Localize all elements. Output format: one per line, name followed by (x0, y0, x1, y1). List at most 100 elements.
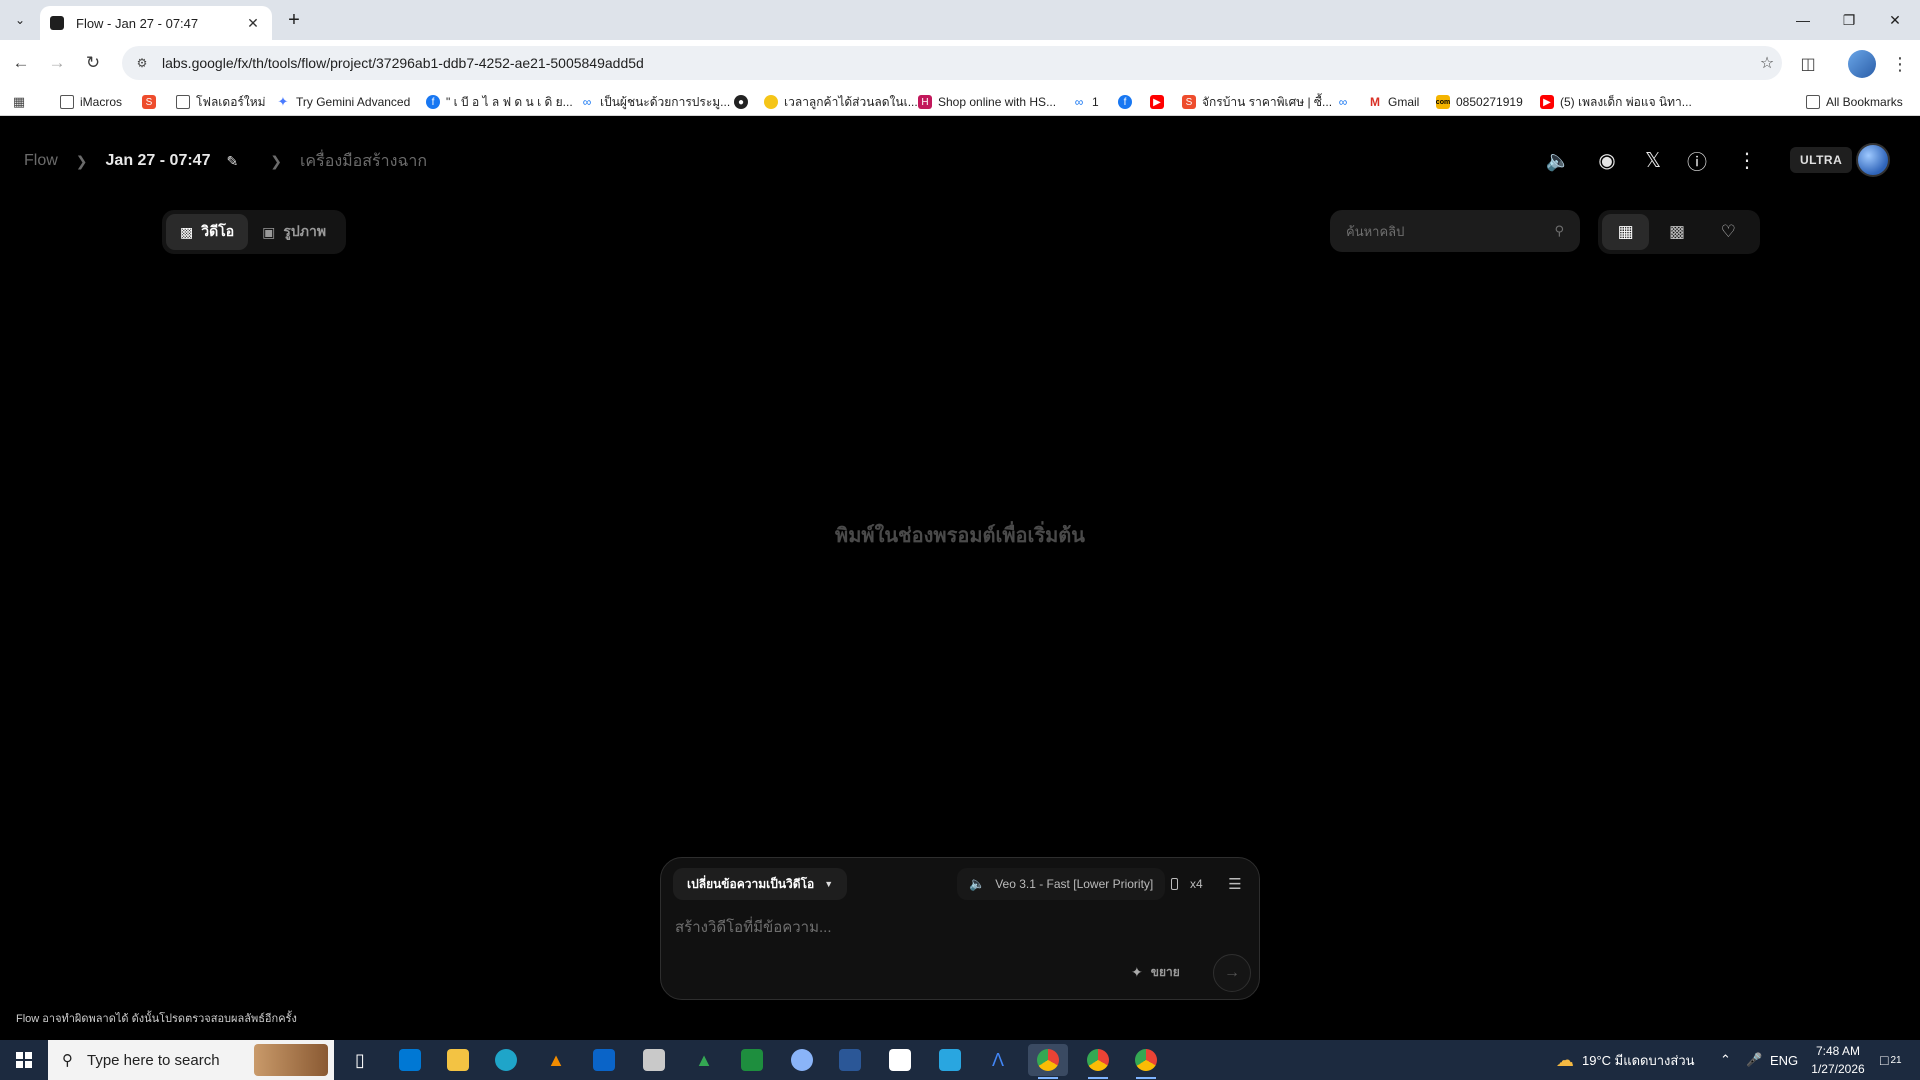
settings-sliders-icon[interactable]: ☰ (1221, 868, 1249, 900)
bookmark-item[interactable]: ▶ (1150, 92, 1170, 112)
breadcrumb-root[interactable]: Flow (24, 152, 58, 170)
site-settings-icon[interactable]: ⚙ (134, 55, 150, 71)
favorites-heart-icon[interactable]: ♡ (1705, 214, 1752, 250)
tab-title: Flow - Jan 27 - 07:47 (76, 15, 199, 31)
app-icon[interactable]: Λ (978, 1044, 1018, 1076)
bookmark-item[interactable]: ● (734, 92, 754, 112)
app-icon[interactable] (930, 1044, 970, 1076)
url-text[interactable]: labs.google/fx/th/tools/flow/project/372… (162, 55, 1752, 71)
app-icon[interactable] (830, 1044, 870, 1076)
chevron-right-icon: ❯ (75, 152, 88, 169)
avatar[interactable] (1856, 143, 1890, 177)
weather-cloud-icon: ☁ (1556, 1049, 1574, 1070)
paint-icon[interactable] (782, 1044, 822, 1076)
search-input[interactable] (1346, 223, 1555, 239)
outlook-icon[interactable] (584, 1044, 624, 1076)
vlc-icon[interactable]: ▲ (536, 1044, 576, 1076)
bookmark-item[interactable]: S จักรบ้าน ราคาพิเศษ | ซื้... (1182, 92, 1332, 112)
chrome-icon[interactable] (1126, 1044, 1166, 1079)
extensions-puzzle-icon[interactable]: ◫ (1794, 50, 1822, 78)
bookmark-item[interactable]: H Shop online with HS... (918, 92, 1056, 112)
weather-widget[interactable]: ☁ 19°C มีแดดบางส่วน (1556, 1040, 1695, 1080)
audio-icon: 🔈 (969, 876, 986, 891)
empty-state-message: พิมพ์ในช่องพรอมต์เพื่อเริ่มต้น (835, 525, 1085, 547)
bookmark-item[interactable]: ∞ เป็นผู้ชนะด้วยการประมู... (580, 92, 730, 112)
tray-chevron-up-icon[interactable]: ⌃ (1720, 1040, 1731, 1080)
pencil-edit-icon[interactable]: ✎ (226, 153, 238, 170)
all-bookmarks[interactable]: All Bookmarks (1806, 92, 1903, 112)
browser-tab-active[interactable]: Flow - Jan 27 - 07:47 ✕ (40, 6, 272, 40)
window-close-icon[interactable]: ✕ (1872, 0, 1918, 40)
minimize-icon[interactable]: — (1780, 0, 1826, 40)
breadcrumb: Flow ❯ Jan 27 - 07:47 ✎ ❯ เครื่องมือสร้า… (24, 149, 427, 173)
bookmark-item[interactable]: ∞ 1 (1072, 92, 1099, 112)
google-drive-icon[interactable]: ▲ (684, 1044, 724, 1076)
breadcrumb-tool[interactable]: เครื่องมือสร้างฉาก (300, 149, 427, 174)
model-select[interactable]: 🔈 Veo 3.1 - Fast [Lower Priority] (957, 868, 1166, 900)
emoji-icon (764, 95, 778, 109)
gemini-icon: ✦ (277, 94, 289, 109)
bookmark-star-icon[interactable]: ☆ (1752, 53, 1782, 73)
microphone-icon[interactable]: 🎤 (1746, 1040, 1762, 1080)
bookmark-item[interactable]: S (142, 92, 162, 112)
shopee-icon: S (1182, 95, 1196, 109)
facebook-icon: f (426, 95, 440, 109)
language-indicator[interactable]: ENG (1770, 1040, 1798, 1080)
new-tab-plus-icon[interactable]: + (282, 8, 306, 32)
help-icon[interactable]: ⓘ (1682, 145, 1712, 175)
clock[interactable]: 7:48 AM 1/27/2026 (1800, 1042, 1876, 1078)
magic-wand-icon: ✦ (1131, 963, 1143, 980)
profile-avatar-icon[interactable] (1848, 50, 1876, 78)
bookmark-item[interactable]: ∞ (1336, 92, 1356, 112)
project-title[interactable]: Jan 27 - 07:47 (106, 152, 211, 170)
back-arrow-icon[interactable]: ← (8, 50, 34, 76)
chrome-icon[interactable] (1028, 1044, 1068, 1079)
forward-arrow-icon[interactable]: → (44, 50, 70, 76)
search-icon[interactable]: ⚲ (1554, 223, 1564, 239)
bookmark-item[interactable]: f " เ บี อ ไ ล ฟ ด น เ ดิ ย... (426, 92, 573, 112)
output-count-select[interactable]: x4 (1171, 868, 1203, 900)
tab-video[interactable]: ▩ วิดีโอ (166, 214, 249, 250)
bookmark-item[interactable]: M Gmail (1368, 92, 1419, 112)
send-arrow-button[interactable]: → (1213, 954, 1251, 992)
image-icon: ▣ (262, 223, 276, 240)
windows-start-icon[interactable] (0, 1040, 48, 1080)
discord-icon[interactable]: ◉ (1592, 145, 1622, 175)
meta-icon: ∞ (582, 95, 592, 109)
restore-icon[interactable]: ❐ (1826, 0, 1872, 40)
taskbar-search[interactable]: ⚲ Type here to search (48, 1040, 334, 1080)
generation-mode-select[interactable]: เปลี่ยนข้อความเป็นวิดีโอ ▼ (673, 868, 848, 900)
reload-icon[interactable]: ↻ (80, 50, 106, 76)
expand-button[interactable]: ✦ ขยาย (1131, 960, 1180, 984)
browser-menu-icon[interactable]: ⋮ (1886, 50, 1914, 78)
file-explorer-icon[interactable] (438, 1044, 478, 1076)
address-bar[interactable]: ⚙ labs.google/fx/th/tools/flow/project/3… (122, 46, 1782, 80)
chrome-icon[interactable] (1078, 1044, 1118, 1079)
app-icon[interactable] (634, 1044, 674, 1076)
notifications-icon[interactable]: □ 21 (1880, 1040, 1902, 1080)
edge-icon[interactable] (486, 1044, 526, 1076)
store-icon[interactable] (390, 1044, 430, 1076)
sheets-icon[interactable] (732, 1044, 772, 1076)
grid-small-view-icon[interactable]: ▩ (1653, 214, 1700, 250)
grid-large-view-icon[interactable]: ▦ (1602, 214, 1650, 250)
tab-search-chevron-icon[interactable]: ⌄ (8, 8, 32, 32)
apps-grid-icon[interactable]: ▦ (12, 92, 32, 112)
tab-image[interactable]: ▣ รูปภาพ (248, 214, 340, 250)
prompt-input[interactable] (675, 912, 1235, 942)
more-vertical-icon[interactable]: ⋮ (1732, 145, 1762, 175)
tab-close-icon[interactable]: ✕ (244, 15, 262, 32)
bookmark-item[interactable]: ▶ (5) เพลงเด็ก พ่อแจ นิทา... (1540, 92, 1692, 112)
volume-icon[interactable]: 🔈 (1543, 145, 1573, 175)
bookmark-item[interactable]: iMacros (60, 92, 122, 112)
meta-icon: ∞ (1338, 95, 1348, 109)
flow-favicon-icon (50, 16, 64, 30)
x-logo-icon[interactable]: 𝕏 (1638, 145, 1668, 175)
bookmark-item[interactable]: f (1118, 92, 1138, 112)
bookmark-item[interactable]: com 0850271919 (1436, 92, 1523, 112)
capcut-icon[interactable] (880, 1044, 920, 1076)
task-view-icon[interactable]: ▯ (340, 1044, 380, 1076)
bookmark-item[interactable]: ✦ Try Gemini Advanced (276, 92, 411, 112)
bookmark-item[interactable]: เวลาลูกค้าได้ส่วนลดในเ... (764, 92, 918, 112)
bookmark-item[interactable]: โฟลเดอร์ใหม่ (176, 92, 266, 112)
